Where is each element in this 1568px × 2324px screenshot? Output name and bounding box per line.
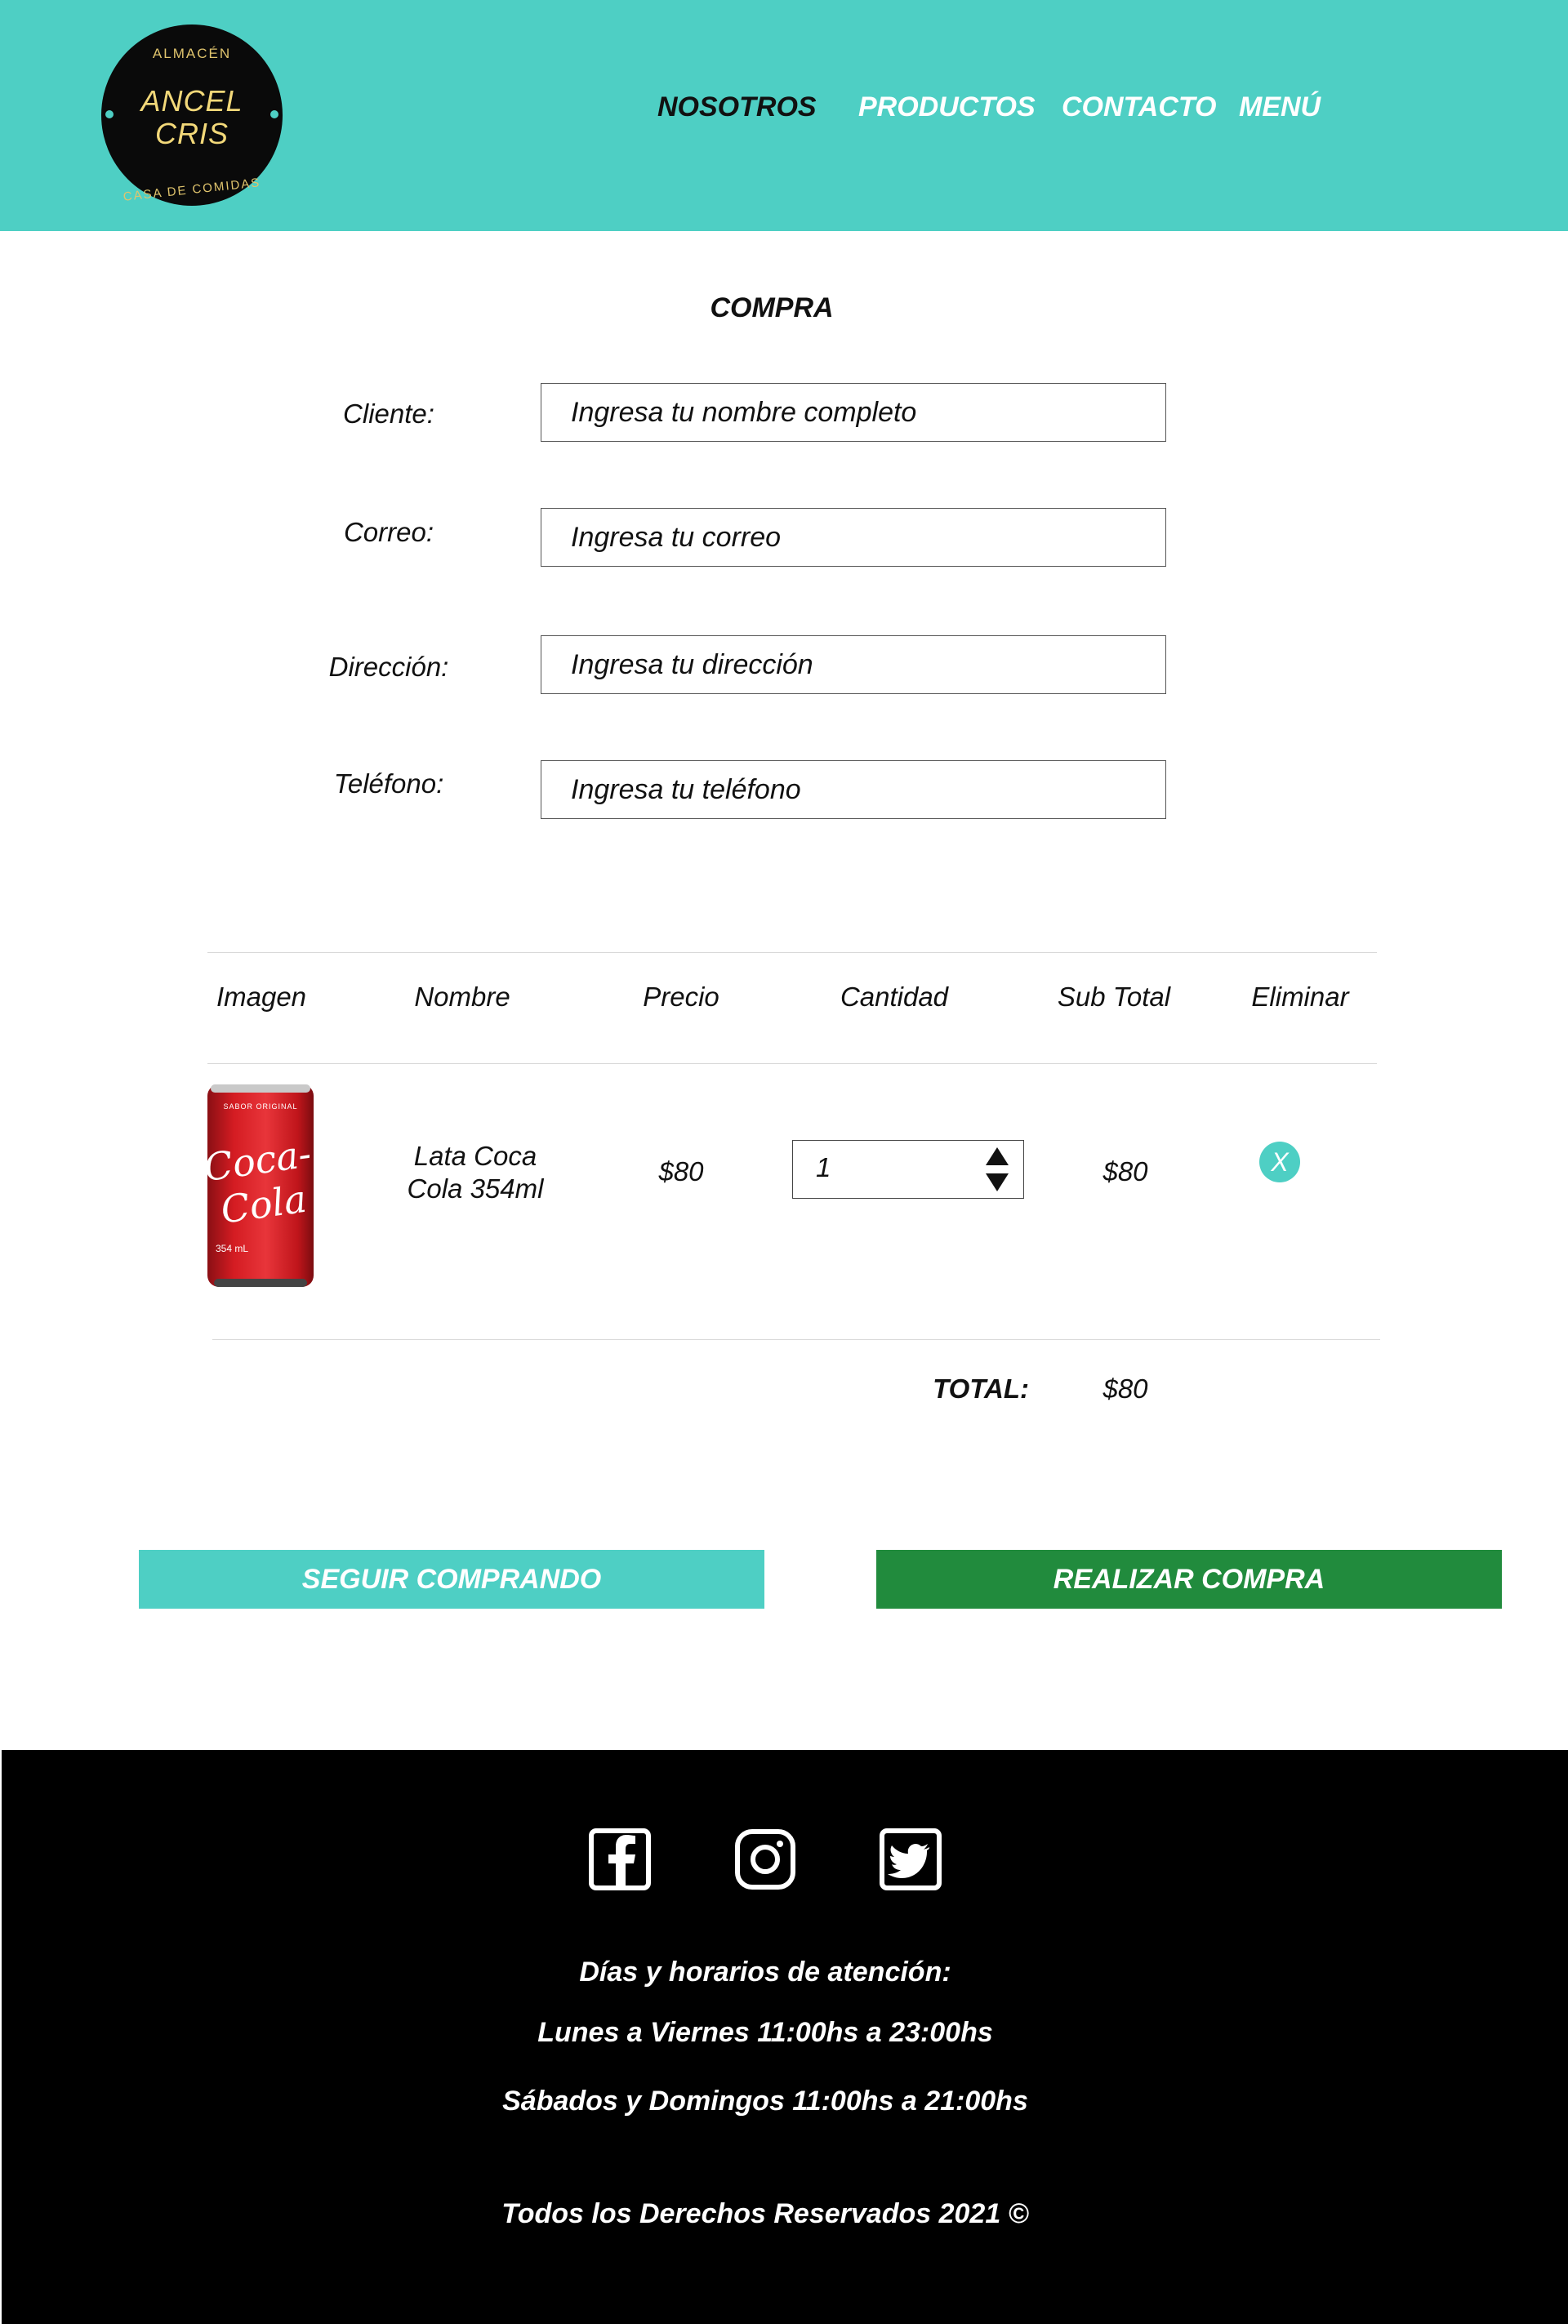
instagram-icon[interactable] [733,1828,797,1891]
remove-item-button[interactable]: X [1259,1142,1300,1182]
facebook-icon[interactable] [588,1828,652,1891]
can-rim-top [211,1084,310,1093]
nav-nosotros[interactable]: NOSOTROS [657,91,817,123]
nav-productos[interactable]: PRODUCTOS [858,91,1036,123]
product-image-coca-cola-can: SABOR ORIGINAL Coca-Cola 354 mL [201,1084,314,1287]
cliente-input[interactable] [541,383,1166,442]
correo-label: Correo: [343,517,434,547]
table-divider-top [207,952,1377,953]
total-value: $80 [1102,1373,1148,1404]
continue-shopping-button[interactable]: SEGUIR COMPRANDO [139,1550,764,1609]
logo-name-line1: ANCEL [140,84,243,118]
column-header-cantidad: Cantidad [840,982,949,1012]
logo-name-line2: CRIS [154,117,229,150]
column-header-eliminar: Eliminar [1251,982,1349,1012]
telefono-label: Teléfono: [333,768,444,799]
copyright-text: Todos los Derechos Reservados 2021 © [501,2198,1029,2229]
product-subtotal: $80 [1102,1156,1148,1186]
hours-weekend: Sábados y Domingos 11:00hs a 21:00hs [502,2086,1028,2117]
column-header-imagen: Imagen [216,982,307,1012]
direccion-label: Dirección: [328,652,449,682]
logo-dot-right [270,110,278,118]
logo-dot-left [105,110,114,118]
hours-title: Días y horarios de atención: [579,1957,951,1988]
total-label: TOTAL: [933,1373,1029,1404]
nav-contacto[interactable]: CONTACTO [1062,91,1217,123]
twitter-icon[interactable] [879,1828,942,1891]
column-header-subtotal: Sub Total [1057,982,1171,1012]
logo-name: ANCEL CRIS [101,85,283,150]
page-title: COMPRA [710,292,834,323]
table-divider-header [207,1063,1377,1064]
product-name-line1: Lata Coca [413,1141,537,1171]
column-header-nombre: Nombre [414,982,510,1012]
logo-top-text: ALMACÉN [152,46,232,61]
can-brand: Coca-Cola [201,1131,314,1232]
can-rim-bottom [214,1279,307,1287]
product-name: Lata Coca Cola 354ml [377,1140,573,1205]
increment-arrow-icon[interactable] [986,1147,1009,1165]
table-divider-bottom [212,1339,1380,1340]
product-name-line2: Cola 354ml [407,1173,544,1204]
hours-weekdays: Lunes a Viernes 11:00hs a 23:00hs [537,2017,993,2048]
quantity-value[interactable]: 1 [816,1152,831,1183]
column-header-precio: Precio [643,982,719,1012]
nav-menu[interactable]: MENÚ [1239,91,1321,123]
telefono-input[interactable] [541,760,1166,819]
correo-input[interactable] [541,508,1166,567]
decrement-arrow-icon[interactable] [986,1173,1009,1191]
store-logo[interactable]: ALMACÉN ANCEL CRIS CASA DE COMIDAS [101,24,283,206]
product-price: $80 [658,1156,704,1186]
cliente-label: Cliente: [343,398,434,429]
direccion-input[interactable] [541,635,1166,694]
checkout-button[interactable]: REALIZAR COMPRA [876,1550,1502,1609]
can-volume: 354 mL [216,1243,249,1254]
can-tagline: SABOR ORIGINAL [223,1102,298,1111]
quantity-stepper[interactable]: 1 [792,1140,1024,1199]
